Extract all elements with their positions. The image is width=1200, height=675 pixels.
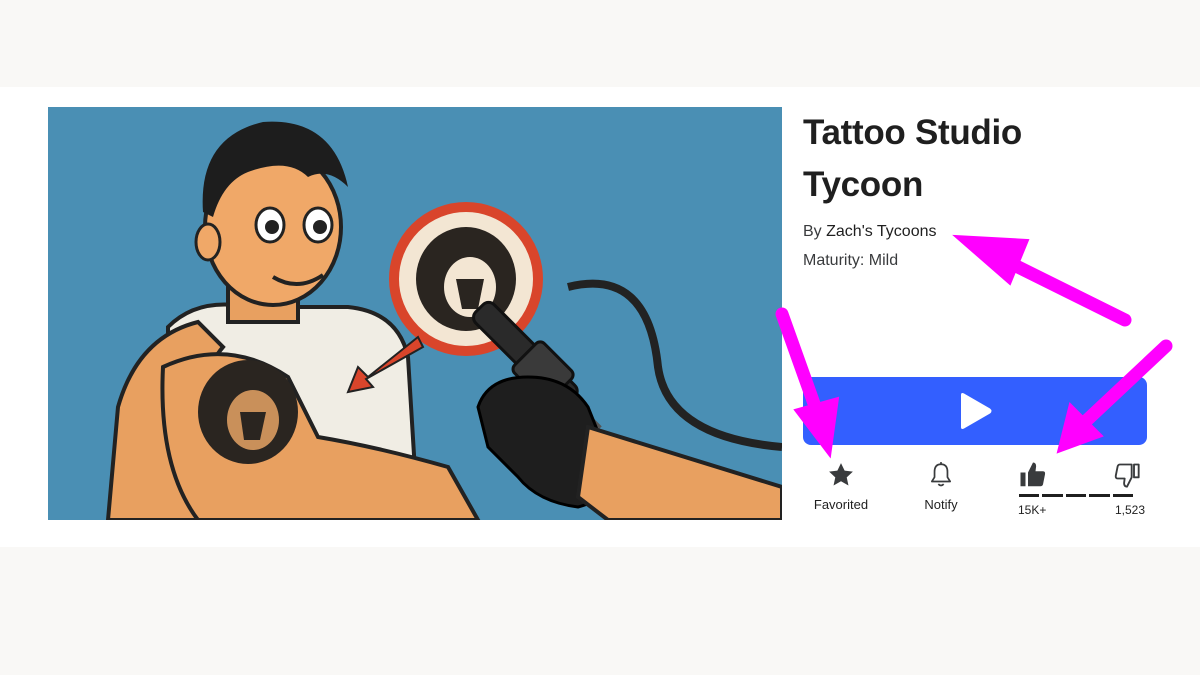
favorite-button[interactable]: Favorited xyxy=(801,459,881,512)
play-icon xyxy=(961,393,992,429)
notify-button[interactable]: Notify xyxy=(901,459,981,512)
game-details-card: Tattoo Studio Tycoon By Zach's Tycoons M… xyxy=(0,87,1200,547)
game-info: Tattoo Studio Tycoon By Zach's Tycoons M… xyxy=(803,107,1163,270)
notify-label: Notify xyxy=(924,497,958,512)
thumbs-down-outline-icon xyxy=(1114,463,1140,488)
upvote-count: 15K+ xyxy=(1018,503,1047,517)
thumbs-up-filled-icon xyxy=(1020,462,1046,487)
bell-icon xyxy=(930,462,952,487)
game-title-line-1: Tattoo Studio xyxy=(803,113,1023,152)
star-filled-icon xyxy=(829,463,853,486)
vote-section: 15K+ 1,523 xyxy=(1017,459,1147,523)
game-title: Tattoo Studio Tycoon xyxy=(803,107,1163,211)
downvote-count: 1,523 xyxy=(1114,503,1145,517)
thumbs-up-button[interactable] xyxy=(1017,459,1049,491)
game-actions: Favorited Notify 15K+ 1,523 xyxy=(803,459,1147,523)
creator-line: By Zach's Tycoons xyxy=(803,223,1163,241)
thumbs-down-button[interactable] xyxy=(1111,459,1143,491)
play-button[interactable] xyxy=(803,377,1147,445)
thumbnail-illustration xyxy=(48,107,782,520)
game-title-line-2: Tycoon xyxy=(803,165,924,204)
by-prefix: By xyxy=(803,223,827,240)
creator-link[interactable]: Zach's Tycoons xyxy=(826,223,936,240)
maturity-rating: Maturity: Mild xyxy=(803,252,899,269)
favorite-label: Favorited xyxy=(813,497,869,512)
vote-ratio-bar xyxy=(1019,494,1134,497)
game-thumbnail[interactable] xyxy=(48,107,782,520)
